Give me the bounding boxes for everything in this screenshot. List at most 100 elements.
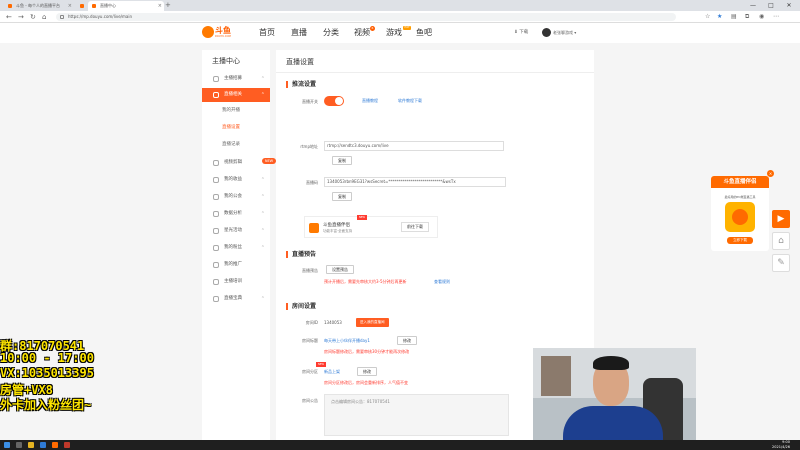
sidebar-item-data[interactable]: 数据分析 ⌃: [202, 207, 270, 221]
ad-title: 斗鱼直播伴侣: [711, 176, 769, 188]
profile-icon[interactable]: ◉: [759, 12, 764, 22]
companion-app-icon: [309, 223, 319, 233]
sidebar-item-live[interactable]: 直播相关 ⌃: [202, 88, 270, 102]
forward-icon[interactable]: →: [18, 12, 24, 22]
extensions-icon[interactable]: ⧉: [745, 12, 749, 22]
sidebar-item-label: 直播相关: [224, 92, 242, 97]
download-companion-button[interactable]: 前往下载: [401, 222, 429, 232]
nav-games-label: 游戏: [386, 28, 402, 37]
extension-icon[interactable]: ☆: [705, 12, 710, 22]
chevron-up-icon: ⌃: [260, 92, 265, 98]
sidebar-item-events[interactable]: 星光活动 ⌃: [202, 224, 270, 238]
tab-label: 直播中心: [100, 3, 116, 8]
search-icon[interactable]: [16, 442, 22, 448]
sidebar-item-recruit[interactable]: 主播招募 ⌃: [202, 72, 270, 86]
douyu-app-icon[interactable]: [52, 442, 58, 448]
copy-rtmp-button[interactable]: 复制: [332, 156, 352, 165]
income-icon: [213, 177, 219, 183]
file-explorer-icon[interactable]: [28, 442, 34, 448]
software-tutorial-link[interactable]: 软件教程下载: [398, 98, 422, 104]
preview-hint: 预计开播后，需要先审核大约3-5分钟后再更新: [324, 279, 407, 284]
feedback-icon[interactable]: ✎: [772, 254, 790, 272]
home-icon[interactable]: ⌂: [772, 232, 790, 250]
edit-room-category-button[interactable]: 修改: [357, 367, 377, 376]
home-icon[interactable]: ⌂: [42, 12, 46, 22]
collections-icon[interactable]: ▤: [731, 12, 737, 22]
stream-key-label: 直播码: [306, 180, 318, 185]
ad-close-icon[interactable]: ×: [767, 170, 774, 177]
back-icon[interactable]: ←: [6, 12, 12, 22]
sidebar-sub-live-settings[interactable]: 直播设置: [202, 122, 270, 134]
nav-games[interactable]: 游戏 HOT: [386, 23, 411, 43]
ad-description: 最好用的PC端直播工具: [724, 195, 756, 199]
start-icon[interactable]: [4, 442, 10, 448]
tab-favicon-icon: [8, 4, 12, 8]
rtmp-label: rtmp地址: [300, 144, 318, 149]
tab-close-icon[interactable]: ×: [68, 1, 72, 11]
nav-category[interactable]: 分类: [323, 23, 339, 43]
sidebar-title: 主播中心: [212, 57, 240, 65]
minimize-button[interactable]: —: [744, 0, 762, 11]
live-switch-toggle[interactable]: [324, 96, 344, 106]
room-title-label: 房间标题: [302, 338, 318, 343]
room-notice-field[interactable]: 点击编辑房间公告：817070541: [324, 394, 509, 436]
companion-ad-card[interactable]: 斗鱼直播伴侣 × 最好用的PC端直播工具 立即下载: [711, 170, 774, 251]
new-tab-button[interactable]: +: [165, 0, 171, 11]
browser-tab-3[interactable]: 直播中心 ×: [88, 1, 164, 11]
set-preview-button[interactable]: 设置预告: [326, 265, 354, 274]
maximize-button[interactable]: □: [762, 0, 780, 11]
browser-icon[interactable]: [40, 442, 46, 448]
promote-icon: [213, 262, 219, 268]
play-icon[interactable]: ▶: [772, 210, 790, 228]
nav-home[interactable]: 首页: [259, 23, 275, 43]
logo-subtext: DOUYU.COM: [215, 35, 231, 38]
copy-stream-key-button[interactable]: 复制: [332, 192, 352, 201]
sidebar-item-label: 我的粉丝: [224, 245, 242, 250]
view-rules-link[interactable]: 查看规则: [434, 279, 450, 285]
favorite-star-icon[interactable]: ★: [717, 12, 722, 22]
stream-key-field[interactable]: 1340053rbn9EG31?wsSecret=***************…: [324, 177, 506, 187]
sidebar-item-income[interactable]: 我的收益 ⌃: [202, 173, 270, 187]
sidebar-item-label: 星光活动: [224, 228, 242, 233]
sidebar-item-promote[interactable]: 我的推广: [202, 258, 270, 272]
close-window-button[interactable]: ✕: [780, 0, 798, 11]
sidebar-item-guide[interactable]: 直播宝典 ⌃: [202, 292, 270, 306]
live-tutorial-link[interactable]: 直播教程: [362, 98, 378, 104]
obs-icon[interactable]: [64, 442, 70, 448]
avatar[interactable]: [542, 28, 551, 37]
nav-video-label: 视频: [354, 28, 370, 37]
book-icon: [213, 296, 219, 302]
system-clock[interactable]: 9:00 2021/4/26: [772, 440, 790, 450]
guild-icon: [213, 194, 219, 200]
nav-live[interactable]: 直播: [291, 23, 307, 43]
sidebar-item-fans[interactable]: 我的粉丝 ⌃: [202, 241, 270, 255]
rtmp-address-field[interactable]: rtmp://sendtc3.douyu.com/live: [324, 141, 504, 151]
webcam-person-shirt: [563, 406, 663, 440]
sidebar-sub-live-records[interactable]: 直播记录: [202, 139, 270, 151]
webcam-feed: [533, 348, 696, 440]
sidebar-sub-my-live[interactable]: 我的开播: [202, 105, 270, 117]
sidebar-item-guild[interactable]: 我的公会 ⌃: [202, 190, 270, 204]
url-field[interactable]: https://mp.douyu.com/live/main: [56, 13, 676, 21]
settings-menu-icon[interactable]: ⋯: [773, 12, 779, 22]
section-push-settings: 推流设置: [286, 81, 316, 88]
tab-close-icon[interactable]: ×: [158, 1, 162, 11]
promo-subtitle: 功能丰富·全面支持: [323, 229, 353, 233]
download-link[interactable]: ⬇ 下载: [514, 23, 528, 43]
edit-room-title-button[interactable]: 修改: [397, 336, 417, 345]
enter-room-button[interactable]: 进入我的直播间: [356, 318, 389, 327]
username-menu[interactable]: 老张聊游戏 ▾: [553, 23, 576, 43]
douyu-logo[interactable]: 斗鱼 DOUYU.COM: [202, 26, 242, 39]
reload-icon[interactable]: ↻: [30, 12, 36, 22]
url-text: https://mp.douyu.com/live/main: [68, 14, 133, 19]
new-badge: NEW: [316, 362, 326, 367]
sidebar-item-training[interactable]: 主播培训: [202, 275, 270, 289]
browser-tab-1[interactable]: 斗鱼 - 每个人的直播平台 ×: [4, 1, 74, 11]
ad-download-button[interactable]: 立即下载: [727, 237, 753, 244]
nav-yuba[interactable]: 鱼吧: [416, 23, 432, 43]
sidebar-item-label: 视频剪辑: [224, 160, 242, 165]
sidebar-item-video-edit[interactable]: 视频剪辑 NEW: [202, 156, 276, 170]
nav-video[interactable]: 视频 6: [354, 23, 375, 43]
overlay-line-hours: 10:00 - 17:00: [0, 351, 94, 365]
promo-title: 斗鱼直播伴侣: [323, 223, 350, 228]
